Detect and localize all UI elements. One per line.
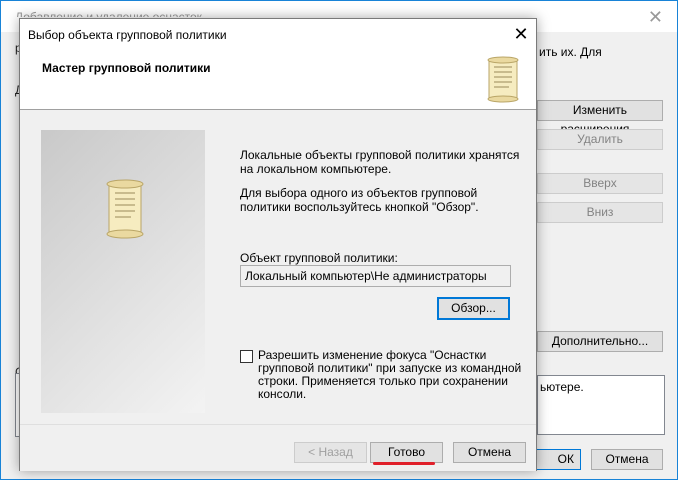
- wizard-side-panel: [41, 130, 205, 413]
- back-button[interactable]: < Назад: [294, 442, 367, 463]
- wizard-body: Локальные объекты групповой политики хра…: [20, 110, 536, 424]
- finish-highlight-underline: [373, 462, 435, 465]
- scroll-icon: [106, 179, 144, 239]
- gpo-field-label: Объект групповой политики:: [240, 251, 398, 265]
- remove-button[interactable]: Удалить: [537, 129, 663, 150]
- wizard-title: Выбор объекта групповой политики: [28, 28, 227, 42]
- snapin-close-icon[interactable]: ✕: [648, 7, 663, 28]
- allow-focus-change-checkbox[interactable]: [240, 350, 253, 363]
- change-extensions-button[interactable]: Изменить расширения...: [537, 100, 663, 136]
- wizard-header-title: Мастер групповой политики: [42, 61, 211, 75]
- description-browse-hint: Для выбора одного из объектов групповой …: [240, 186, 479, 214]
- browse-button[interactable]: Обзор...: [437, 297, 510, 320]
- move-down-button[interactable]: Вниз: [537, 202, 663, 223]
- allow-focus-change-label: Разрешить изменение фокуса "Оснастки гру…: [258, 348, 522, 401]
- description-local-gpo: Локальные объекты групповой политики хра…: [240, 148, 520, 176]
- wizard-footer: < Назад Готово Отмена: [20, 424, 536, 471]
- finish-button[interactable]: Готово: [370, 442, 443, 463]
- wizard-titlebar: Выбор объекта групповой политики ✕: [20, 19, 536, 49]
- cancel-button[interactable]: Отмена: [453, 442, 526, 463]
- scroll-icon: [487, 56, 519, 103]
- close-icon[interactable]: ✕: [506, 19, 536, 49]
- move-up-button[interactable]: Вверх: [537, 173, 663, 194]
- snapin-cancel-button[interactable]: Отмена: [591, 449, 663, 470]
- snapin-partial-text: ить их. Для: [539, 45, 602, 59]
- advanced-button[interactable]: Дополнительно...: [537, 331, 663, 352]
- wizard-header: Мастер групповой политики: [20, 49, 536, 110]
- snapin-description-box: ьютере.: [537, 375, 665, 435]
- gpo-wizard-dialog: Выбор объекта групповой политики ✕ Масте…: [19, 18, 537, 471]
- gpo-field[interactable]: Локальный компьютер\Не администраторы: [240, 265, 511, 287]
